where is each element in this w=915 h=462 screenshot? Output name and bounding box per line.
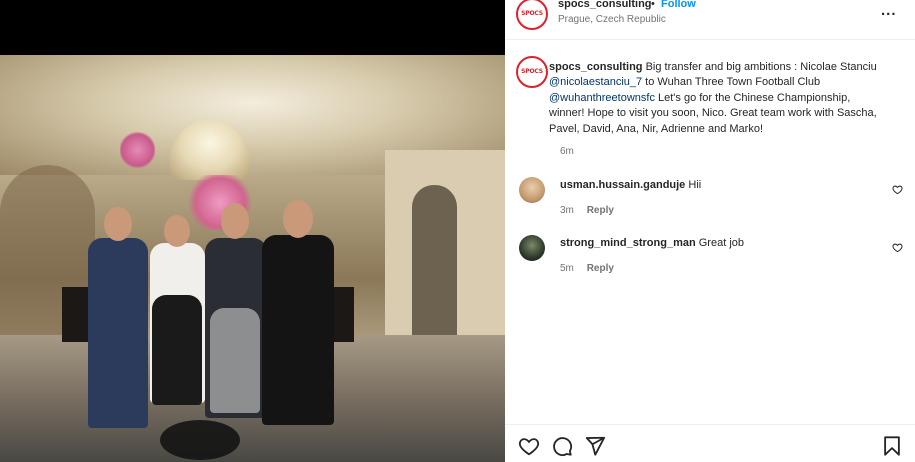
photo-floor-medallion — [160, 420, 240, 460]
comment-body: usman.hussain.ganduje Hii — [560, 179, 701, 191]
heart-icon[interactable] — [518, 435, 540, 457]
comment-avatar[interactable] — [519, 177, 545, 203]
caption-text-1: Big transfer and big ambitions : Nicolae… — [642, 61, 877, 73]
comment-username[interactable]: usman.hussain.ganduje — [560, 179, 685, 191]
avatar-logo-text: SPOCS — [521, 10, 543, 17]
post-location[interactable]: Prague, Czech Republic — [558, 14, 666, 25]
comment-icon[interactable] — [551, 435, 573, 457]
comment-meta: 5m Reply — [560, 263, 614, 274]
comment-meta: 3m Reply — [560, 205, 614, 216]
comment-like-heart-icon[interactable] — [892, 242, 903, 253]
comment-timestamp[interactable]: 5m — [560, 263, 574, 274]
photo-person-2-legs — [152, 295, 202, 405]
follow-button[interactable]: Follow — [661, 0, 696, 10]
caption-mention-club[interactable]: @wuhanthreetownsfc — [549, 92, 655, 104]
post-sidebar: SPOCS spocs_consulting • Follow Prague, … — [505, 0, 915, 462]
post-photo — [0, 55, 505, 462]
bookmark-icon[interactable] — [881, 435, 903, 457]
post-header: SPOCS spocs_consulting • Follow Prague, … — [505, 0, 915, 40]
photo-head-4 — [283, 200, 313, 238]
post-caption: spocs_consulting Big transfer and big am… — [549, 60, 879, 137]
comment-username[interactable]: strong_mind_strong_man — [560, 237, 696, 249]
more-options-button[interactable]: ... — [881, 2, 897, 19]
comment-text: Great job — [698, 237, 744, 249]
caption-mention-player[interactable]: @nicolaestanciu_7 — [549, 76, 642, 88]
post-action-bar — [505, 424, 915, 462]
photo-person-1 — [88, 238, 148, 428]
header-separator: • — [651, 0, 655, 10]
photo-head-1 — [104, 207, 132, 241]
reply-button[interactable]: Reply — [587, 263, 614, 274]
caption-text-2: to Wuhan Three Town Football Club — [642, 76, 821, 89]
author-avatar[interactable]: SPOCS — [516, 0, 548, 30]
post-media[interactable] — [0, 0, 505, 462]
caption-timestamp[interactable]: 6m — [560, 146, 574, 157]
photo-flowers — [120, 130, 155, 170]
author-username[interactable]: spocs_consulting — [558, 0, 652, 10]
comment-body: strong_mind_strong_man Great job — [560, 237, 744, 249]
photo-head-2 — [164, 215, 190, 247]
caption-avatar[interactable]: SPOCS — [516, 56, 548, 88]
caption-avatar-logo-text: SPOCS — [521, 68, 543, 75]
share-icon[interactable] — [584, 435, 606, 457]
reply-button[interactable]: Reply — [587, 205, 614, 216]
photo-head-3 — [221, 203, 249, 239]
comment-avatar[interactable] — [519, 235, 545, 261]
photo-person-3-legs — [210, 308, 260, 413]
caption-username[interactable]: spocs_consulting — [549, 61, 643, 73]
comment-text: Hii — [688, 179, 702, 191]
photo-person-4 — [262, 235, 334, 425]
comment-like-heart-icon[interactable] — [892, 184, 903, 195]
comment-timestamp[interactable]: 3m — [560, 205, 574, 216]
